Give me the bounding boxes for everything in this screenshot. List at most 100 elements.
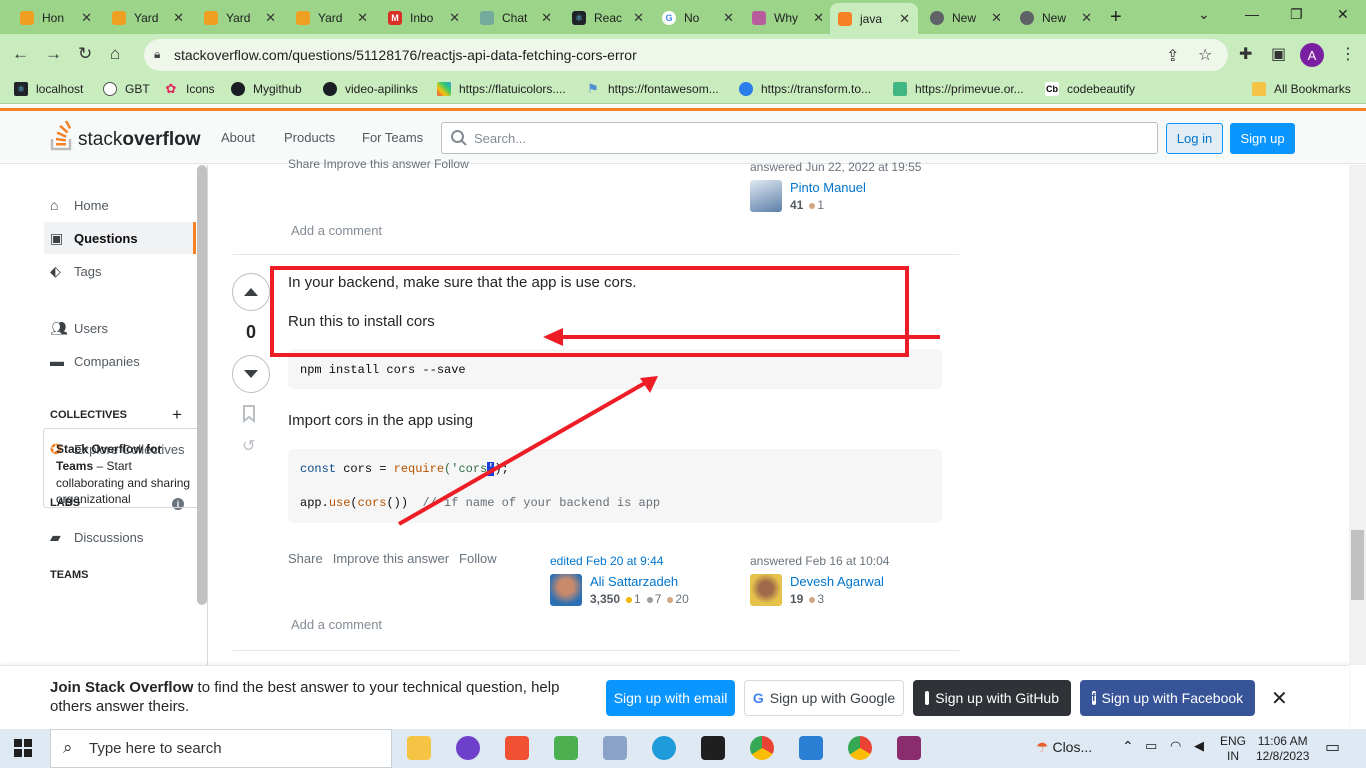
new-tab-icon[interactable]: + [1110,6,1122,29]
edge-icon[interactable] [652,736,676,760]
tab-close-icon[interactable]: ✕ [813,10,824,26]
add-collective-icon[interactable]: + [172,405,182,425]
bookmark-item[interactable]: https://primevue.or... [893,82,1024,96]
tab-search-chevron-icon[interactable]: ⌄ [1198,6,1210,23]
edited-time[interactable]: edited Feb 20 at 9:44 [550,554,689,568]
sidebar-item-companies[interactable]: ▬ Companies [50,353,140,369]
bookmark-item[interactable]: Cb codebeautify [1045,82,1135,96]
site-info-icon[interactable]: 🔒︎ [154,47,160,62]
nav-about[interactable]: About [221,130,255,145]
tab-close-icon[interactable]: ✕ [991,10,1002,26]
avatar[interactable] [750,180,782,212]
downvote-button[interactable] [232,355,270,393]
menu-kebab-icon[interactable]: ⋮ [1340,44,1356,64]
bookmark-item[interactable]: https://transform.to... [739,82,871,96]
tab-close-icon[interactable]: ✕ [1081,10,1092,26]
share-link[interactable]: Share [288,551,323,566]
tab-close-icon[interactable]: ✕ [723,10,734,26]
tab-close-icon[interactable]: ✕ [449,10,460,26]
restore-icon[interactable]: ❐ [1290,6,1303,23]
tab-close-icon[interactable]: ✕ [265,10,276,26]
back-icon[interactable]: ← [12,44,29,64]
file-explorer-icon[interactable] [407,736,431,760]
stackoverflow-logo[interactable]: stackoverflow [50,121,200,151]
signup-facebook-button[interactable]: f Sign up with Facebook [1080,680,1255,716]
side-panel-icon[interactable]: ▣ [1271,44,1286,64]
improve-answer-link[interactable]: Improve this answer [333,551,449,566]
git-icon[interactable] [505,736,529,760]
app-icon[interactable] [603,736,627,760]
add-comment-link[interactable]: Add a comment [291,617,382,632]
wifi-icon[interactable]: ◠ [1170,738,1181,754]
browser-tab[interactable]: New ✕ [922,4,1010,32]
signup-google-button[interactable]: G Sign up with Google [744,680,904,716]
bookmark-item[interactable]: GBT [103,82,150,96]
bookmark-item[interactable]: video-apilinks [323,82,418,96]
bookmark-item[interactable]: https://flatuicolors.... [437,82,566,96]
tab-close-icon[interactable]: ✕ [541,10,552,26]
search-input[interactable]: Search... [441,122,1158,154]
prev-answer-menu[interactable]: Share Improve this answer Follow [288,157,469,171]
home-icon[interactable]: ⌂ [110,44,120,64]
bookmark-item[interactable]: Mygithub [231,82,302,96]
browser-tab[interactable]: Yard ✕ [104,4,192,32]
clock[interactable]: 11:06 AM 12/8/2023 [1256,734,1309,764]
browser-tab[interactable]: Why ✕ [744,4,832,32]
battery-icon[interactable]: ▭ [1145,738,1157,754]
avatar[interactable] [750,574,782,606]
signup-button[interactable]: Sign up [1230,123,1295,154]
history-icon[interactable]: ↺ [242,436,255,456]
address-bar[interactable]: 🔒︎ stackoverflow.com/questions/51128176/… [144,39,1228,71]
bookmark-item[interactable]: ✿ Icons [164,81,215,96]
extensions-icon[interactable]: ✚ [1239,44,1252,64]
sidebar-item-users[interactable]: 👥︎ Users [50,320,108,337]
bookmark-icon[interactable] [242,405,256,428]
tab-close-icon[interactable]: ✕ [633,10,644,26]
browser-tab[interactable]: New ✕ [1012,4,1100,32]
user-name[interactable]: Devesh Agarwal [790,574,884,589]
signup-email-button[interactable]: Sign up with email [606,680,735,716]
sidebar-scrollbar[interactable] [197,165,207,605]
browser-tab[interactable]: Hon ✕ [12,4,100,32]
follow-link[interactable]: Follow [459,551,497,566]
browser-tab-active[interactable]: java ✕ [830,3,918,34]
browser-tab[interactable]: ⚛ Reac ✕ [564,4,652,32]
reload-icon[interactable]: ↻ [78,44,92,64]
notepad-icon[interactable] [554,736,578,760]
bookmark-item[interactable]: ⚛ localhost [14,82,83,96]
browser-tab[interactable]: Yard ✕ [196,4,284,32]
terminal-icon[interactable] [701,736,725,760]
windows-start-icon[interactable] [14,739,32,760]
share-icon[interactable]: ⇪ [1166,46,1179,66]
browser-tab[interactable]: G No ✕ [654,4,742,32]
teams-promo[interactable]: Stack Overflow for Teams – Start collabo… [43,428,207,508]
profile-avatar[interactable]: A [1300,43,1324,67]
tray-chevron-icon[interactable]: ⌃ [1122,738,1134,755]
vscode-icon[interactable] [799,736,823,760]
signup-github-button[interactable]: Sign up with GitHub [913,680,1071,716]
browser-tab[interactable]: Yard ✕ [288,4,376,32]
page-scrollbar-thumb[interactable] [1351,530,1364,600]
close-banner-icon[interactable]: ✕ [1271,686,1288,711]
forward-icon[interactable]: → [45,44,62,64]
bookmark-star-icon[interactable]: ☆ [1198,45,1212,65]
add-comment-link[interactable]: Add a comment [291,223,382,238]
tab-close-icon[interactable]: ✕ [357,10,368,26]
browser-tab[interactable]: M Inbo ✕ [380,4,468,32]
nav-products[interactable]: Products [284,130,335,145]
minimize-icon[interactable]: — [1245,6,1259,22]
browser-tab[interactable]: Chat ✕ [472,4,560,32]
notifications-icon[interactable]: ▭ [1325,737,1340,757]
nav-for-teams[interactable]: For Teams [362,130,423,145]
winrar-icon[interactable] [897,736,921,760]
user-name[interactable]: Pinto Manuel [790,180,866,195]
sidebar-item-discussions[interactable]: ▰ Discussions [50,529,143,546]
close-window-icon[interactable]: ✕ [1337,6,1349,23]
sidebar-item-tags[interactable]: ⬖ Tags [50,263,101,280]
chrome-icon[interactable] [750,736,774,760]
weather-widget[interactable]: ☂︎ Clos... [1036,739,1092,756]
all-bookmarks[interactable]: All Bookmarks [1252,82,1351,96]
github-desktop-icon[interactable] [456,736,480,760]
sidebar-item-questions[interactable]: ▣ Questions [50,230,138,247]
login-button[interactable]: Log in [1166,123,1223,154]
